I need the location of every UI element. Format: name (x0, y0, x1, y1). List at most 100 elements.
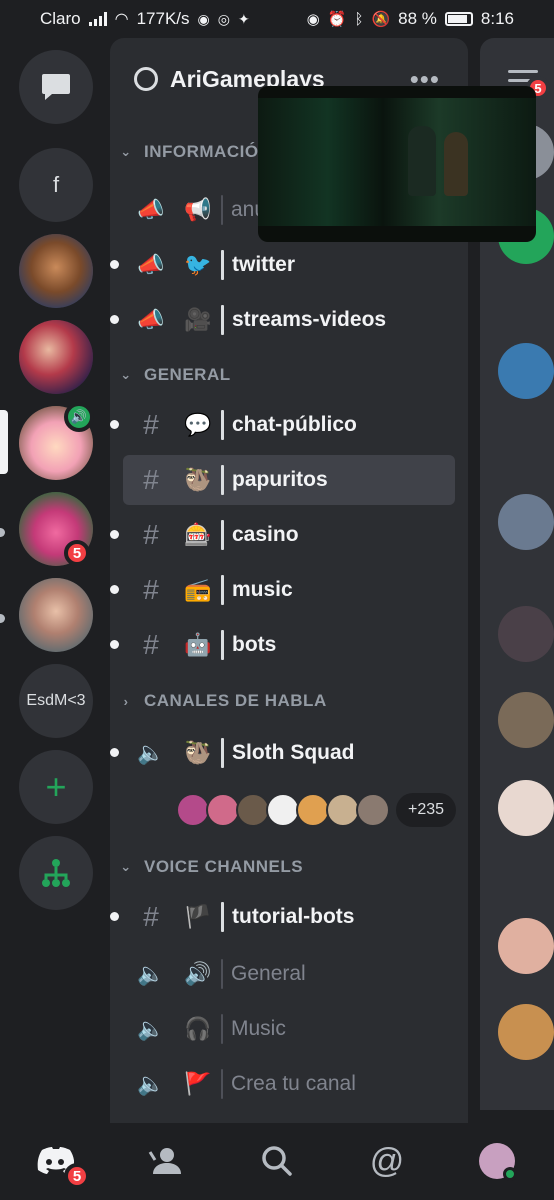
voice-channel-general[interactable]: 🔈 🔊 General (123, 949, 455, 999)
at-icon: @ (369, 1141, 405, 1180)
server-avatar (19, 578, 93, 652)
channel-twitter[interactable]: 📣 🐦 twitter (110, 240, 455, 290)
channel-emoji: 🦥 (184, 740, 212, 765)
direct-messages-button[interactable] (19, 50, 93, 124)
mention-badge: 5 (64, 540, 90, 566)
locked-hash-icon: # (143, 464, 159, 495)
discord-notification-icon: ◉ (197, 10, 210, 27)
category-label: GENERAL (144, 365, 231, 384)
alarm-icon: ⏰ (327, 11, 347, 28)
unread-dot (110, 260, 119, 269)
divider (221, 630, 224, 660)
online-status-indicator (503, 1167, 517, 1181)
member-avatar (498, 780, 554, 836)
chevron-down-icon: ⌄ (120, 367, 132, 382)
clock: 8:16 (480, 9, 514, 28)
member-avatar (498, 606, 554, 662)
server-portrait[interactable] (19, 578, 93, 652)
channel-emoji: 🏴 (184, 904, 212, 929)
divider (221, 902, 224, 932)
channel-bots[interactable]: # 🤖 bots (110, 620, 455, 670)
network-speed: 177K/s (136, 9, 190, 28)
hash-icon: # (143, 409, 159, 440)
hash-icon: # (143, 901, 159, 932)
voice-participants[interactable]: +235 (176, 790, 457, 830)
member-avatar (498, 494, 554, 550)
channel-name: chat-público (232, 413, 357, 436)
divider (221, 520, 224, 550)
server-avatar (19, 234, 93, 308)
channel-papuritos[interactable]: # 🦥 papuritos (123, 455, 455, 505)
channel-casino[interactable]: # 🎰 casino (110, 510, 455, 560)
video-figure (444, 132, 468, 196)
divider (221, 575, 224, 605)
explore-servers-button[interactable] (19, 836, 93, 910)
participant-avatar (206, 793, 240, 827)
category-label: INFORMACIÓ (144, 142, 259, 161)
nav-search[interactable] (252, 1139, 302, 1183)
chat-bubble-icon (42, 74, 70, 100)
picture-in-picture-video[interactable] (258, 86, 536, 242)
video-figure (408, 126, 436, 196)
member-avatar (498, 918, 554, 974)
channel-sloth-squad[interactable]: 🔈 🦥 Sloth Squad (110, 728, 455, 778)
participant-avatar (176, 793, 210, 827)
hub-icon (42, 859, 70, 887)
add-server-button[interactable]: + (19, 750, 93, 824)
server-purple[interactable] (19, 320, 93, 394)
category-general[interactable]: ⌄ GENERAL (110, 355, 468, 395)
hash-icon: # (143, 519, 159, 550)
community-badge-icon (134, 67, 158, 91)
voice-channel-music[interactable]: 🔈 🎧 Music (123, 1004, 455, 1054)
voice-channel-crea-tu-canal[interactable]: 🔈 🚩 Crea tu canal (123, 1059, 455, 1109)
unread-dot (110, 315, 119, 324)
whatsapp-notification-icon: ◎ (217, 10, 230, 27)
divider (221, 305, 224, 335)
battery-level: 88 % (398, 9, 437, 28)
channel-tutorial-bots[interactable]: # 🏴 tutorial-bots (110, 892, 455, 942)
channel-emoji: 📻 (184, 577, 212, 602)
nav-profile[interactable] (472, 1139, 522, 1183)
server-astra[interactable] (19, 234, 93, 308)
unread-dot (0, 528, 5, 537)
channel-name: Music (231, 1017, 286, 1040)
channel-emoji: 🎧 (184, 1016, 212, 1041)
hash-icon: # (143, 629, 159, 660)
mute-bell-icon: 🔕 (371, 11, 391, 28)
channel-emoji: 🚩 (184, 1071, 212, 1096)
category-voice-channels[interactable]: ⌄ VOICE CHANNELS (110, 847, 468, 887)
speaker-lock-icon: 🔈 (137, 740, 165, 765)
channel-name: tutorial-bots (232, 905, 355, 928)
channel-name: twitter (232, 253, 295, 276)
unread-dot (110, 585, 119, 594)
channel-name: streams-videos (232, 308, 387, 331)
chevron-down-icon: ⌄ (120, 144, 132, 159)
channel-emoji: 🐦 (184, 252, 212, 277)
nav-friends[interactable] (140, 1139, 190, 1183)
participant-avatar (326, 793, 360, 827)
channel-music[interactable]: # 📻 music (110, 565, 455, 615)
eye-icon: ◉ (306, 11, 320, 28)
server-esdm[interactable]: EsdM<3 (19, 664, 93, 738)
channel-emoji: 🤖 (184, 632, 212, 657)
participant-avatar (266, 793, 300, 827)
channel-name: Sloth Squad (232, 741, 355, 764)
channel-streams-videos[interactable]: 📣 🎥 streams-videos (110, 295, 455, 345)
unread-dot (110, 530, 119, 539)
signal-icon (88, 12, 107, 26)
participant-avatar (296, 793, 330, 827)
server-folder-f[interactable]: f (19, 148, 93, 222)
friends-icon (148, 1148, 181, 1174)
divider (221, 1014, 223, 1044)
channel-chat-publico[interactable]: # 💬 chat-público (110, 400, 455, 450)
divider (221, 410, 224, 440)
category-canales-de-habla[interactable]: › CANALES DE HABLA (110, 681, 468, 721)
nav-mentions[interactable]: @ (362, 1139, 412, 1183)
voice-active-icon: 🔊 (64, 402, 94, 432)
unread-dot (110, 748, 119, 757)
category-label: VOICE CHANNELS (144, 857, 304, 876)
chevron-down-icon: ⌄ (120, 859, 132, 874)
channel-name: music (232, 578, 293, 601)
category-label: CANALES DE HABLA (144, 691, 327, 710)
channel-name: General (231, 962, 306, 985)
